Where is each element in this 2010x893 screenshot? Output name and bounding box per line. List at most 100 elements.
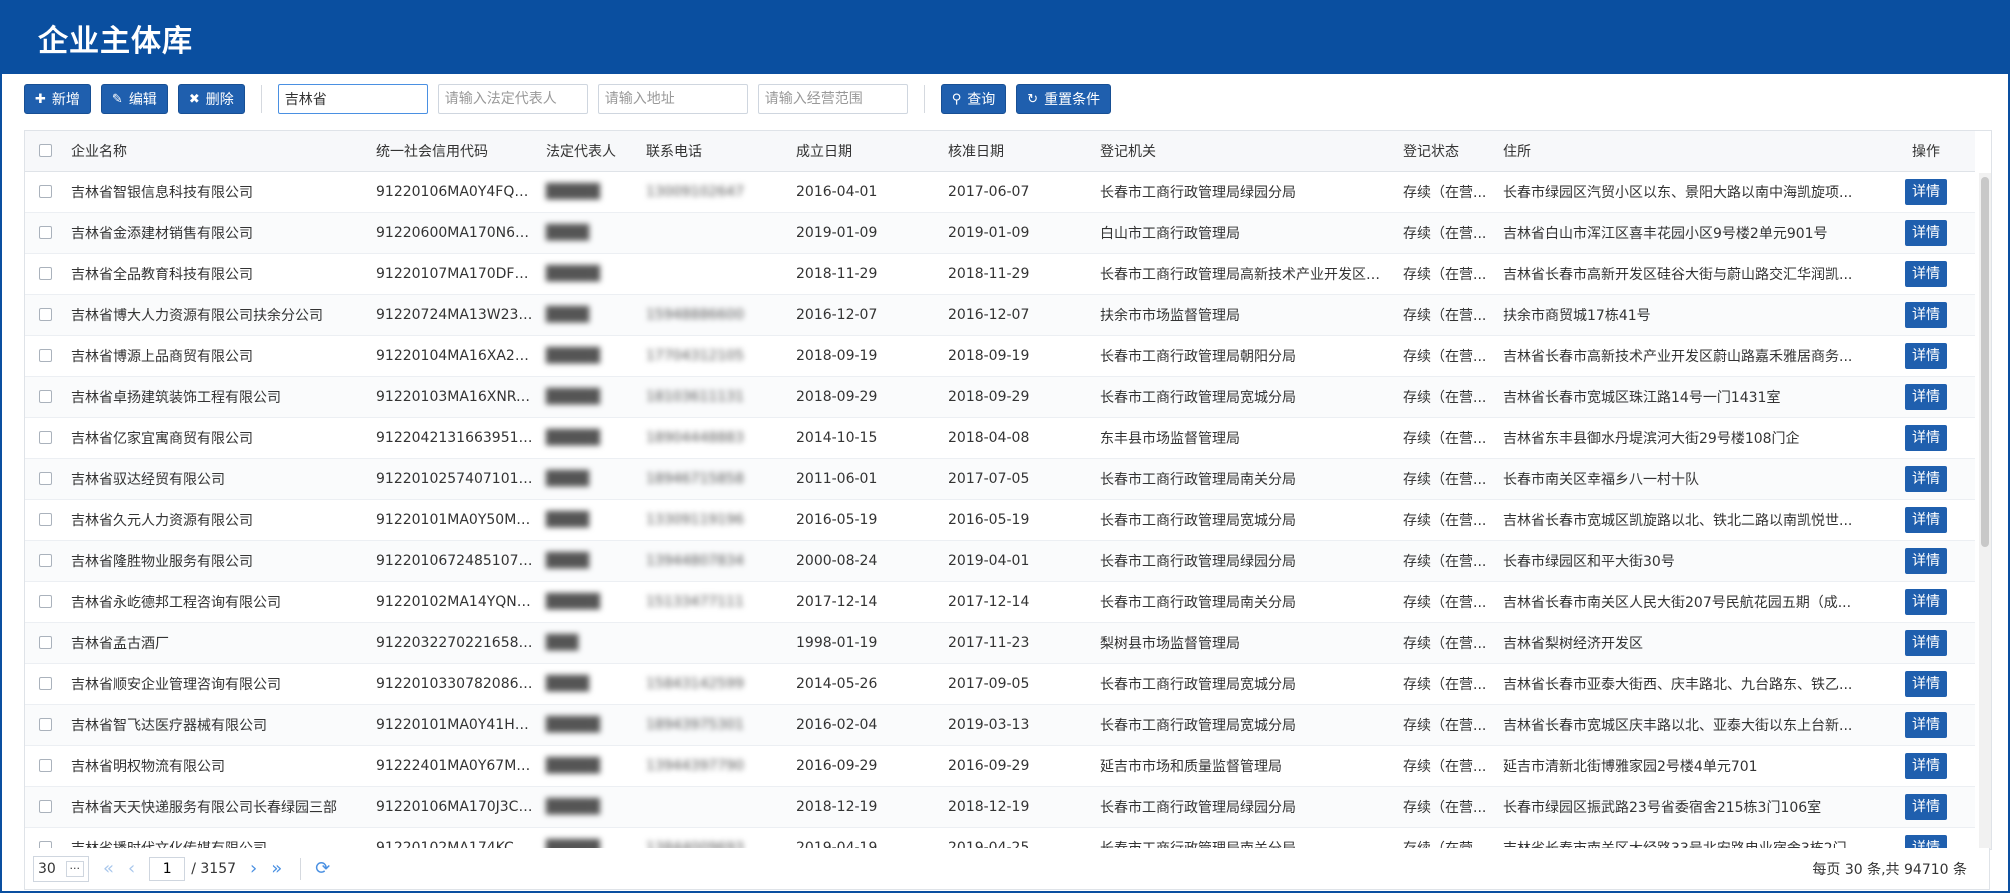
table-row[interactable]: 吉林省亿家宜寓商贸有限公司 912204213166395133 █████ 1890…	[25, 417, 1975, 459]
detail-button[interactable]: 详情	[1905, 424, 1947, 451]
row-checkbox[interactable]	[38, 759, 52, 772]
cell-est: 2018-09-19	[790, 335, 942, 377]
row-checkbox[interactable]	[38, 390, 52, 403]
detail-button[interactable]: 详情	[1905, 465, 1947, 492]
row-checkbox[interactable]	[38, 431, 52, 444]
cell-status: 存续（在营...	[1397, 663, 1497, 705]
cell-name: 吉林省播时代文化传媒有限公司	[65, 827, 370, 849]
cell-rep: █████	[540, 253, 640, 295]
row-checkbox[interactable]	[38, 595, 52, 608]
detail-button[interactable]: 详情	[1905, 260, 1947, 287]
table-row[interactable]: 吉林省播时代文化传媒有限公司 91220102MA174KCF2P █████ 138…	[25, 827, 1975, 849]
address-input[interactable]	[597, 84, 748, 114]
table-row[interactable]: 吉林省智银信息科技有限公司 91220106MA0Y4FQ73R █████ 1300…	[25, 171, 1975, 213]
more-icon[interactable]: ···	[65, 860, 84, 877]
detail-button[interactable]: 详情	[1905, 588, 1947, 615]
detail-button[interactable]: 详情	[1905, 711, 1947, 738]
detail-button[interactable]: 详情	[1905, 383, 1947, 410]
search-button[interactable]: ⚲ 查询	[940, 84, 1007, 114]
legal-rep-input[interactable]	[437, 84, 588, 114]
column-header[interactable]: 登记机关	[1094, 131, 1397, 172]
table-row[interactable]: 吉林省久元人力资源有限公司 91220101MA0Y50MT2C ████ 13309…	[25, 499, 1975, 541]
refresh-icon[interactable]: ⟳	[315, 858, 330, 879]
row-checkbox[interactable]	[38, 472, 52, 485]
scrollbar-thumb[interactable]	[1981, 177, 1989, 547]
column-header[interactable]: 联系电话	[640, 131, 790, 172]
table-row[interactable]: 吉林省孟古酒厂 912203227022165860 ███ 1998-01-19 20…	[25, 622, 1975, 664]
table-row[interactable]: 吉林省驭达经贸有限公司 9122010257407101 9M ████ 189467…	[25, 458, 1975, 500]
add-button[interactable]: ✚ 新增	[24, 84, 91, 114]
table-row[interactable]: 吉林省隆胜物业服务有限公司 91220106724851070B ████ 13944…	[25, 540, 1975, 582]
first-page-icon[interactable]: «	[103, 858, 114, 879]
detail-button[interactable]: 详情	[1905, 301, 1947, 328]
column-header[interactable]: 成立日期	[790, 131, 942, 172]
reset-button[interactable]: ↻ 重置条件	[1016, 84, 1112, 114]
edit-button[interactable]: ✎ 编辑	[100, 84, 168, 114]
column-header[interactable]: 统一社会信用代码	[370, 131, 540, 172]
table-row[interactable]: 吉林省全品教育科技有限公司 91220107MA170DFU11 █████ 2018…	[25, 253, 1975, 295]
table-row[interactable]: 吉林省顺安企业管理咨询有限公司 912201033078208638 ████ 158…	[25, 663, 1975, 705]
table-row[interactable]: 吉林省智飞达医疗器械有限公司 91220101MA0Y41HP5B █████ 189…	[25, 704, 1975, 746]
column-header[interactable]: 登记状态	[1397, 131, 1497, 172]
row-checkbox[interactable]	[38, 513, 52, 526]
row-checkbox[interactable]	[38, 226, 52, 239]
prev-page-icon[interactable]: ‹	[128, 858, 135, 879]
cell-address: 吉林省长春市高新技术产业开发区蔚山路嘉禾雅居商务...	[1497, 335, 1877, 377]
detail-button[interactable]: 详情	[1905, 793, 1947, 820]
row-checkbox[interactable]	[38, 185, 52, 198]
cell-status: 存续（在营...	[1397, 827, 1497, 849]
column-header[interactable]: 核准日期	[942, 131, 1094, 172]
last-page-icon[interactable]: »	[271, 858, 282, 879]
table-row[interactable]: 吉林省卓扬建筑装饰工程有限公司 91220103MA16XNRA0A █████ 18…	[25, 376, 1975, 418]
row-checkbox[interactable]	[38, 636, 52, 649]
detail-button[interactable]: 详情	[1905, 342, 1947, 369]
cell-status: 存续（在营...	[1397, 335, 1497, 377]
row-checkbox[interactable]	[38, 800, 52, 813]
detail-button[interactable]: 详情	[1905, 178, 1947, 205]
detail-button[interactable]: 详情	[1905, 629, 1947, 656]
business-scope-input[interactable]	[757, 84, 908, 114]
row-checkbox[interactable]	[38, 267, 52, 280]
cell-est: 2014-10-15	[790, 417, 942, 459]
next-page-icon[interactable]: ›	[250, 858, 257, 879]
table-row[interactable]: 吉林省天天快递服务有限公司长春绿园三部 91220106MA170J3C4C ███…	[25, 786, 1975, 828]
select-all-checkbox[interactable]	[38, 144, 52, 158]
table-row[interactable]: 吉林省永屹德邦工程咨询有限公司 91220102MA14YQN569 █████ 15…	[25, 581, 1975, 623]
table-row[interactable]: 吉林省金添建材销售有限公司 91220600MA170N6E03 ████ 2019-…	[25, 212, 1975, 254]
row-checkbox[interactable]	[38, 349, 52, 362]
table-row[interactable]: 吉林省明权物流有限公司 91222401MA0Y67MJ50 █████ 139443…	[25, 745, 1975, 787]
detail-button[interactable]: 详情	[1905, 506, 1947, 533]
cell-authority: 白山市工商行政管理局	[1094, 212, 1397, 254]
row-checkbox[interactable]	[38, 718, 52, 731]
company-name-input[interactable]	[277, 84, 428, 114]
cell-authority: 长春市工商行政管理局绿园分局	[1094, 540, 1397, 582]
column-header[interactable]: 住所	[1497, 131, 1877, 172]
cell-status: 存续（在营...	[1397, 376, 1497, 418]
cell-code: 91220103MA16XNRA0A	[370, 376, 540, 418]
detail-button[interactable]: 详情	[1905, 670, 1947, 697]
table-row[interactable]: 吉林省博源上品商贸有限公司 91220104MA16XA2T13 █████ 1770…	[25, 335, 1975, 377]
cell-rep: ████	[540, 540, 640, 582]
cell-rep: █████	[540, 171, 640, 213]
cell-name: 吉林省隆胜物业服务有限公司	[65, 540, 370, 582]
column-header[interactable]: 企业名称	[65, 131, 370, 172]
delete-button[interactable]: ✖ 删除	[177, 84, 245, 114]
cell-code: 91220101MA0Y41HP5B	[370, 704, 540, 746]
cell-code: 91222401MA0Y67MJ50	[370, 745, 540, 787]
row-checkbox[interactable]	[38, 677, 52, 690]
cell-phone: 18943975301	[640, 704, 790, 746]
page-size-select[interactable]: 30 ···	[33, 855, 89, 882]
vertical-scrollbar[interactable]	[1979, 173, 1991, 849]
column-header[interactable]: 法定代表人	[540, 131, 640, 172]
detail-button[interactable]: 详情	[1905, 547, 1947, 574]
table-row[interactable]: 吉林省博大人力资源有限公司扶余分公司 91220724MA13W23E5D ████…	[25, 294, 1975, 336]
cell-est: 2019-01-09	[790, 212, 942, 254]
detail-button[interactable]: 详情	[1905, 219, 1947, 246]
cell-status: 存续（在营...	[1397, 417, 1497, 459]
row-checkbox[interactable]	[38, 308, 52, 321]
cell-rep: █████	[540, 417, 640, 459]
page-number-input[interactable]	[149, 856, 186, 881]
cell-code: 91220600MA170N6E03	[370, 212, 540, 254]
row-checkbox[interactable]	[38, 554, 52, 567]
detail-button[interactable]: 详情	[1905, 752, 1947, 779]
